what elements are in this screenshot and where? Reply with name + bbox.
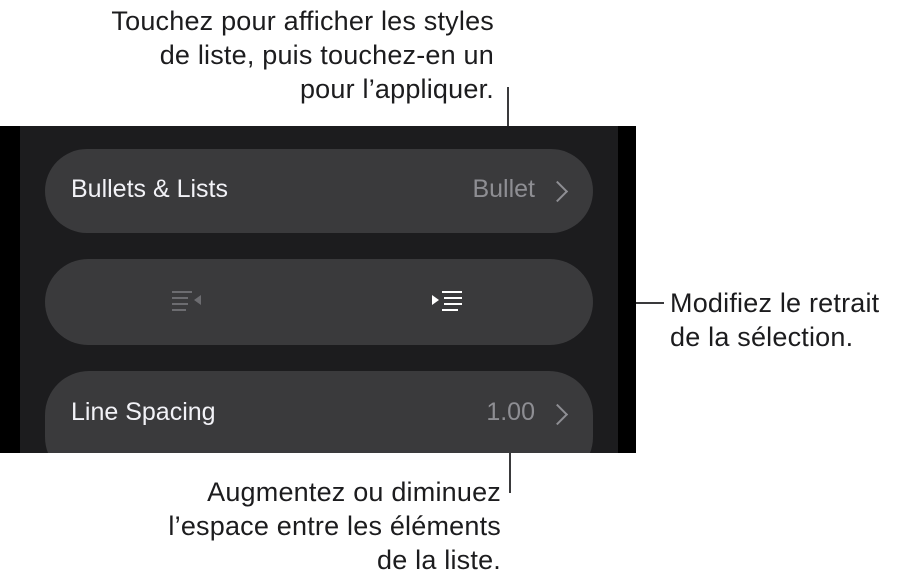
callout-line-spacing: Augmentez ou diminuez l’espace entre les… xyxy=(168,475,501,577)
format-panel: Bullets & Lists Bullet Line Spacing 1.00 xyxy=(0,126,636,453)
bullets-lists-label: Bullets & Lists xyxy=(71,175,229,203)
callout-line: de liste, puis touchez-en un xyxy=(159,40,494,70)
increase-indent-button[interactable] xyxy=(430,287,466,317)
callout-line: Touchez pour afficher les styles xyxy=(111,6,494,36)
chevron-right-icon xyxy=(546,180,569,203)
decrease-indent-button[interactable] xyxy=(170,287,206,317)
callout-line: de la sélection. xyxy=(670,322,854,352)
bullets-lists-row[interactable]: Bullets & Lists Bullet xyxy=(45,149,593,233)
callout-indent: Modifiez le retrait de la sélection. xyxy=(670,286,879,354)
indent-control xyxy=(45,259,593,345)
panel-edge xyxy=(618,126,636,453)
callout-line: de la liste. xyxy=(377,545,501,575)
callout-line: Modifiez le retrait xyxy=(670,288,880,318)
callout-line: pour l’appliquer. xyxy=(299,74,494,104)
callout-line: l’espace entre les éléments xyxy=(168,511,501,541)
bullets-lists-value: Bullet xyxy=(472,175,535,203)
decrease-indent-icon xyxy=(172,291,201,311)
line-spacing-label: Line Spacing xyxy=(71,398,216,426)
panel-edge xyxy=(0,126,20,453)
increase-indent-icon xyxy=(432,291,462,311)
callout-line: Augmentez ou diminuez xyxy=(207,477,501,507)
line-spacing-value: 1.00 xyxy=(486,398,535,426)
callout-list-styles: Touchez pour afficher les styles de list… xyxy=(111,4,494,106)
line-spacing-row[interactable]: Line Spacing 1.00 xyxy=(45,371,593,453)
chevron-right-icon xyxy=(546,403,569,426)
